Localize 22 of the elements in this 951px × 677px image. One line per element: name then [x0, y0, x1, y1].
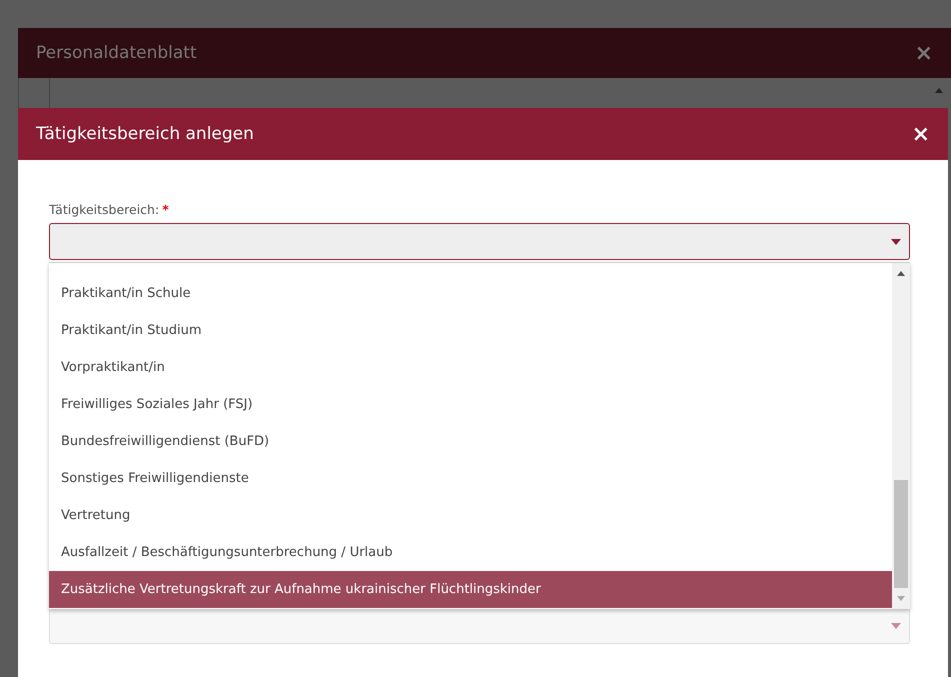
caret-icon [891, 238, 901, 244]
field-label: Tätigkeitsbereich: [49, 202, 160, 217]
caret-icon [891, 622, 901, 628]
dropdown-option[interactable]: Vertretung [49, 497, 892, 534]
dropdown-option[interactable]: Sonstiges Freiwilligendienste [49, 460, 892, 497]
scroll-up-icon[interactable] [897, 271, 905, 276]
dropdown-option[interactable]: Vorpraktikant/in [49, 349, 892, 386]
close-button[interactable]: × [914, 40, 933, 66]
dropdown-option[interactable]: Freiwilliges Soziales Jahr (FSJ) [49, 386, 892, 423]
dialog-title: Personaldatenblatt [36, 43, 197, 63]
dropdown-option[interactable]: Praktikant/in Schule [49, 275, 892, 312]
dialog-title: Tätigkeitsbereich anlegen [36, 124, 254, 144]
dropdown-option[interactable]: Zusätzliche Vertretungskraft zur Aufnahme ukrainischer Flüchtlingskinder [49, 571, 892, 608]
scrollbar-thumb[interactable] [894, 480, 908, 588]
close-button[interactable]: × [912, 122, 930, 146]
dropdown-option[interactable]: Praktikant/in Studium [49, 312, 892, 349]
dropdown-option[interactable]: Bundesfreiwilligendienst (BuFD) [49, 423, 892, 460]
select-field[interactable] [49, 223, 910, 260]
dropdown-option[interactable]: Ausfallzeit / Beschäftigungsunterbrechung / Urlaub [49, 534, 892, 571]
required-mark: * [162, 202, 169, 217]
scrollbar[interactable] [892, 263, 910, 609]
scroll-down-icon[interactable] [897, 596, 905, 601]
